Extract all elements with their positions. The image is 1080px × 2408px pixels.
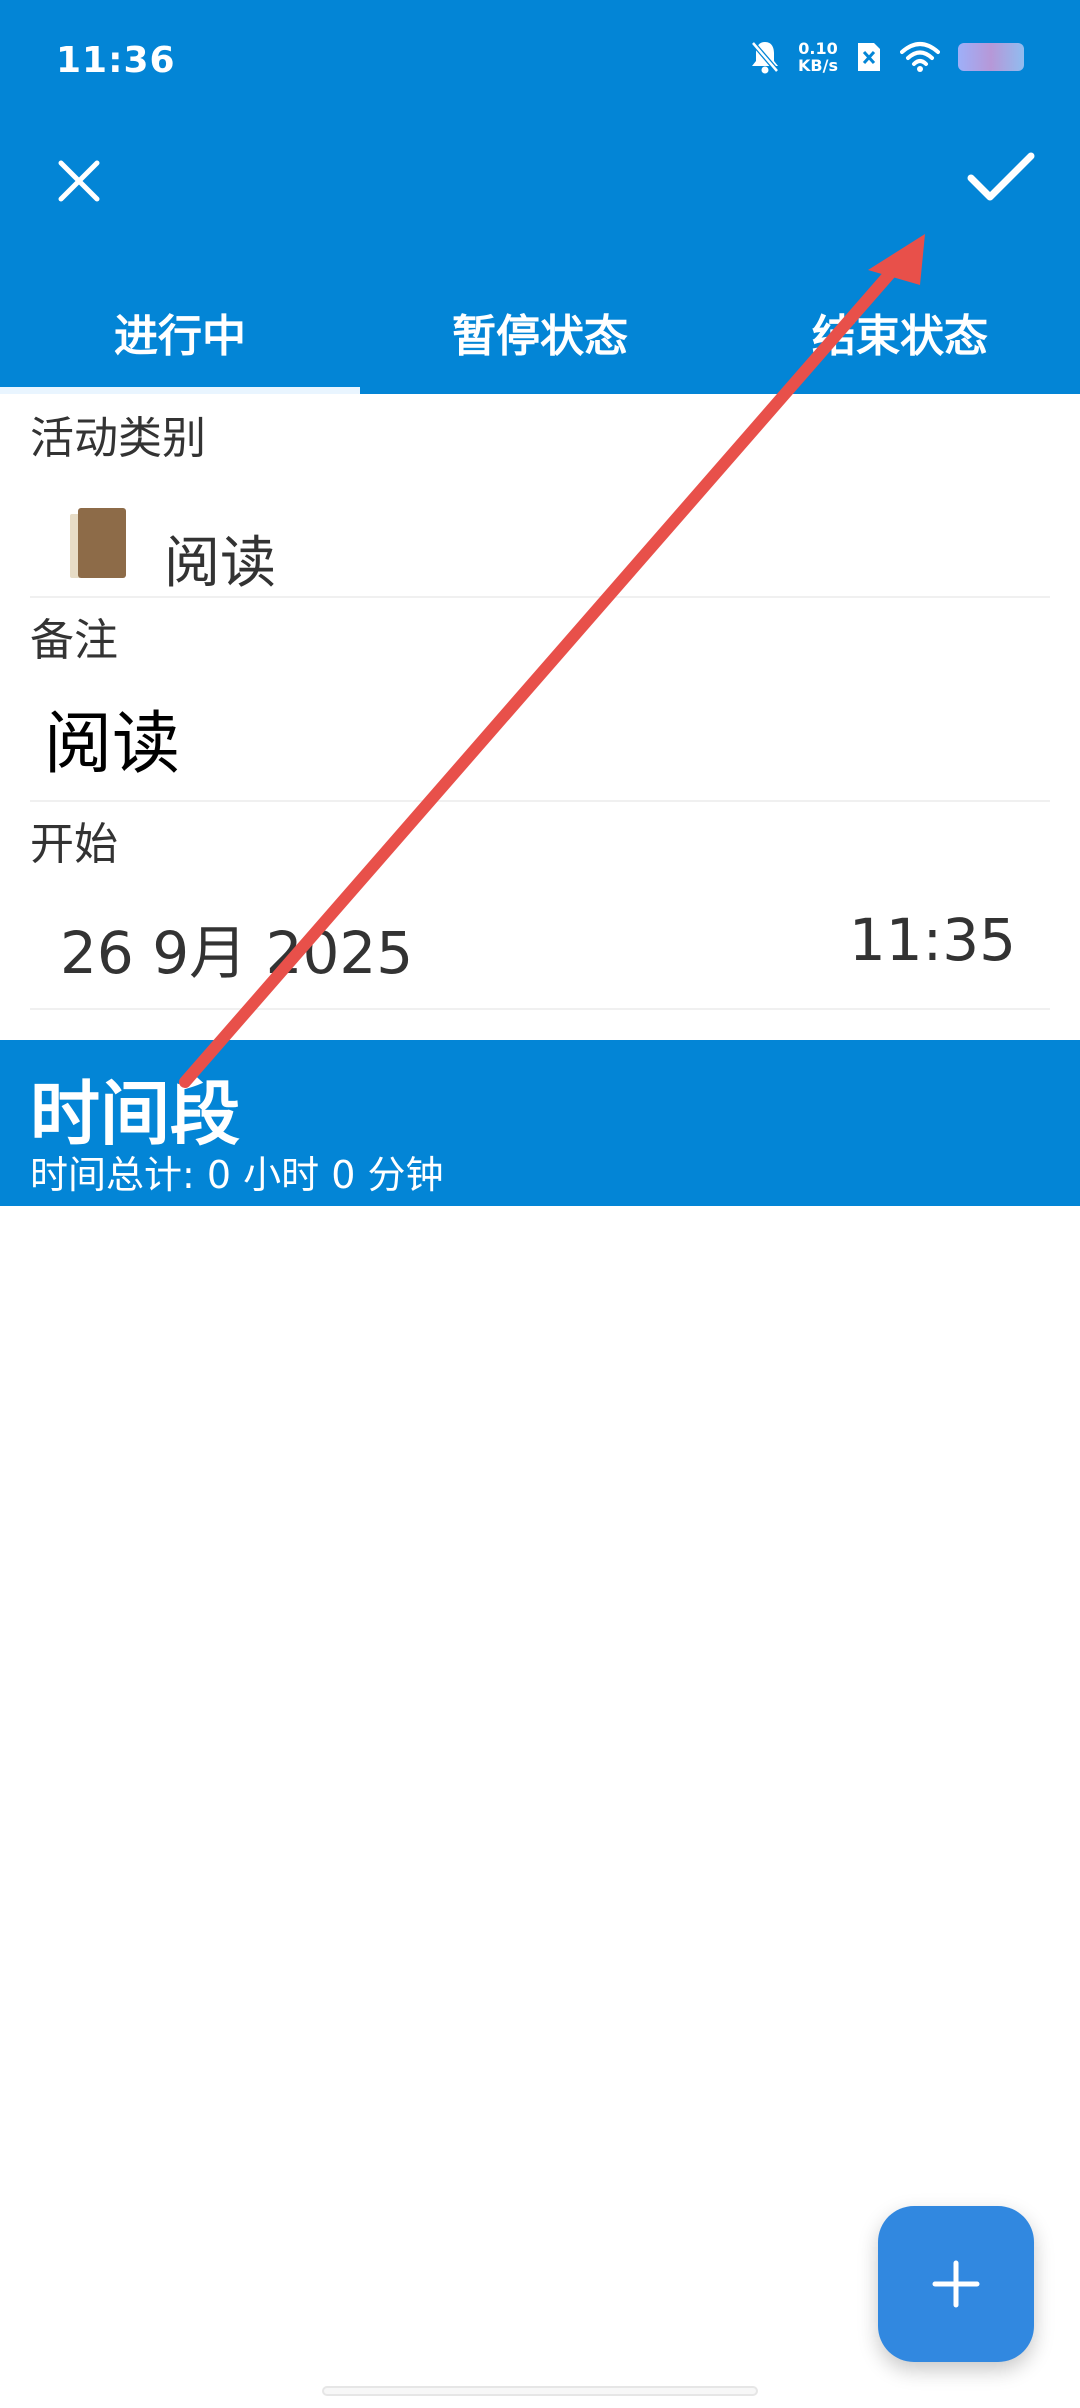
category-label: 活动类别 — [30, 413, 206, 464]
time-period-header: 时间段 时间总计: 0 小时 0 分钟 — [0, 1040, 1080, 1206]
check-icon — [967, 152, 1035, 201]
start-label: 开始 — [30, 819, 118, 870]
note-field[interactable]: 阅读 — [44, 688, 180, 787]
tab-in-progress[interactable]: 进行中 — [0, 290, 360, 394]
divider — [30, 1008, 1050, 1010]
divider — [30, 800, 1050, 802]
tab-paused[interactable]: 暂停状态 — [360, 290, 720, 394]
plus-icon — [932, 2260, 980, 2308]
close-button[interactable] — [34, 136, 124, 226]
note-label: 备注 — [30, 615, 118, 666]
divider — [30, 596, 1050, 598]
home-indicator[interactable] — [322, 2386, 758, 2396]
category-selector[interactable]: 阅读 — [70, 488, 276, 599]
close-icon — [58, 160, 100, 202]
start-date-picker[interactable]: 26 9月 2025 — [60, 906, 413, 990]
net-speed-unit: KB/s — [798, 56, 838, 75]
add-period-button[interactable] — [878, 2206, 1034, 2362]
confirm-button[interactable] — [956, 132, 1046, 222]
network-speed: 0.10 KB/s — [798, 40, 838, 74]
start-time-picker[interactable]: 11:35 — [849, 906, 1016, 974]
sim-off-icon — [856, 41, 882, 73]
category-value: 阅读 — [164, 531, 276, 596]
status-icons: 0.10 KB/s — [750, 40, 1024, 74]
period-total: 时间总计: 0 小时 0 分钟 — [30, 1153, 444, 1197]
app-header: 11:36 0.10 KB/s 进行中 暂停状态 结束状态 — [0, 0, 1080, 394]
mute-bell-icon — [750, 40, 780, 74]
battery-icon — [958, 43, 1024, 71]
book-icon — [70, 507, 128, 580]
tab-finished[interactable]: 结束状态 — [720, 290, 1080, 394]
wifi-icon — [900, 41, 940, 73]
status-time: 11:36 — [56, 40, 176, 81]
status-tabs: 进行中 暂停状态 结束状态 — [0, 290, 1080, 394]
